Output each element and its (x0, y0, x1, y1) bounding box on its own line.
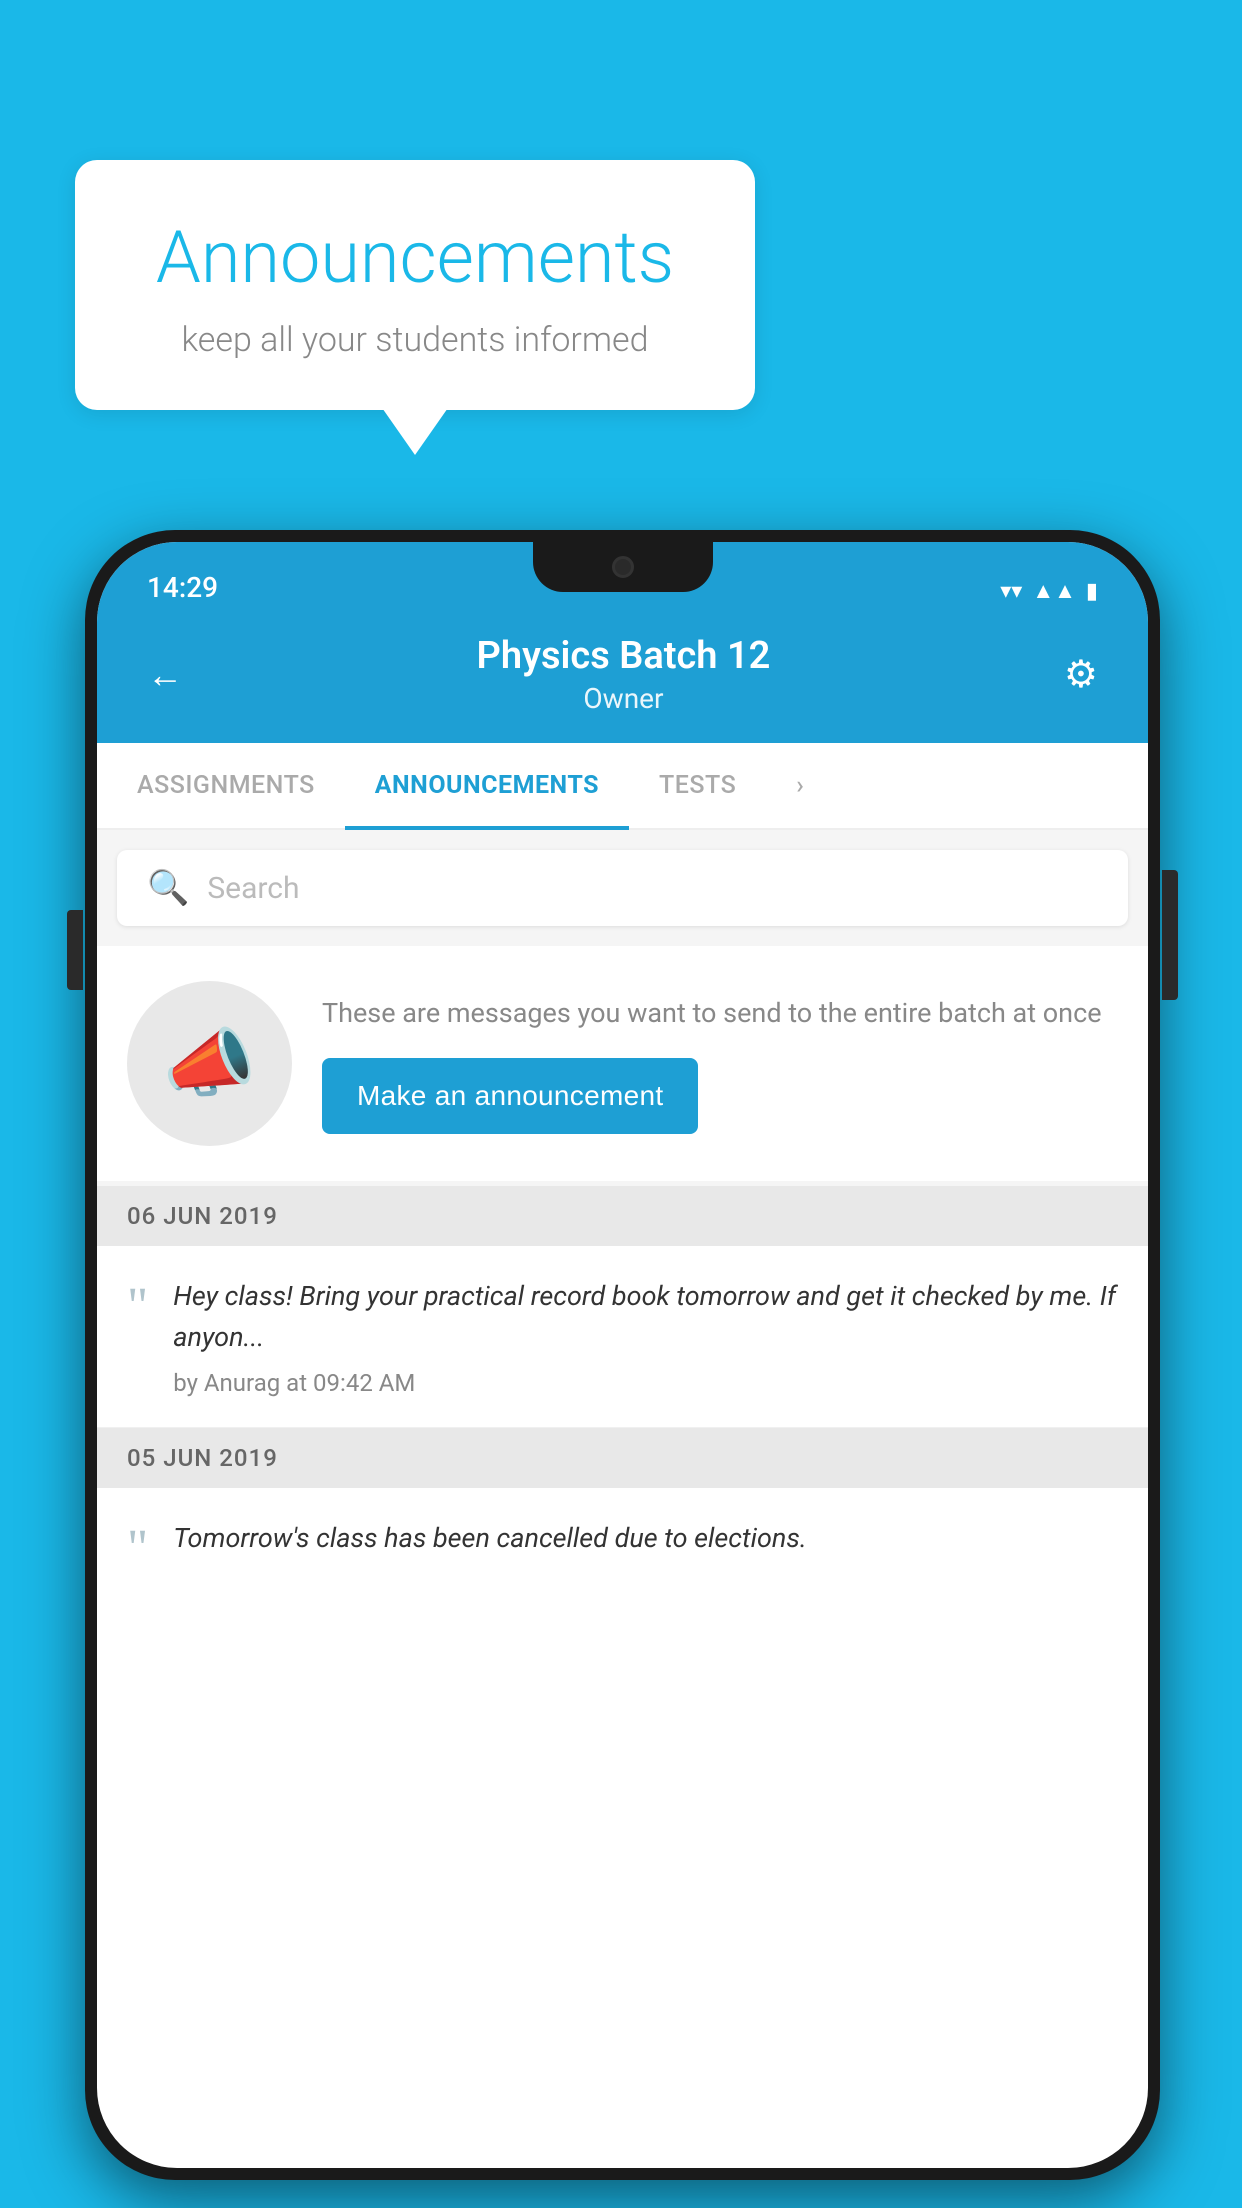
phone-notch (533, 542, 713, 592)
header-title-group: Physics Batch 12 Owner (183, 634, 1064, 715)
bubble-subtitle: keep all your students informed (135, 320, 695, 360)
settings-gear-icon[interactable]: ⚙ (1064, 652, 1098, 697)
quote-icon-1: " (127, 1281, 148, 1397)
announcement-content-1: Hey class! Bring your practical record b… (173, 1276, 1118, 1397)
bubble-title: Announcements (135, 215, 695, 300)
phone-inner: 14:29 ▾▾ ▲▲ ▮ ← Physics Batch 12 Owner ⚙… (97, 542, 1148, 2168)
content-area: 🔍 Search 📣 These are messages you want t… (97, 830, 1148, 1605)
announcement-content-2: Tomorrow's class has been cancelled due … (173, 1518, 1118, 1575)
wifi-icon: ▾▾ (1000, 579, 1022, 604)
back-button[interactable]: ← (147, 654, 183, 696)
speech-bubble-container: Announcements keep all your students inf… (75, 160, 755, 410)
announcement-item-2[interactable]: " Tomorrow's class has been cancelled du… (97, 1488, 1148, 1605)
status-time: 14:29 (147, 571, 218, 604)
battery-icon: ▮ (1086, 579, 1098, 604)
date-separator-june5: 05 JUN 2019 (97, 1428, 1148, 1488)
tab-tests[interactable]: TESTS (629, 743, 766, 828)
speech-bubble: Announcements keep all your students inf… (75, 160, 755, 410)
announcement-text-2: Tomorrow's class has been cancelled due … (173, 1518, 1118, 1559)
promo-content: These are messages you want to send to t… (322, 993, 1118, 1135)
promo-icon-circle: 📣 (127, 981, 292, 1146)
tab-more[interactable]: › (766, 743, 834, 828)
header-title: Physics Batch 12 (183, 634, 1064, 678)
signal-icon: ▲▲ (1032, 578, 1076, 604)
header-subtitle: Owner (183, 682, 1064, 715)
phone-outer: 14:29 ▾▾ ▲▲ ▮ ← Physics Batch 12 Owner ⚙… (85, 530, 1160, 2180)
phone-mockup: 14:29 ▾▾ ▲▲ ▮ ← Physics Batch 12 Owner ⚙… (85, 530, 1160, 2180)
search-bar[interactable]: 🔍 Search (117, 850, 1128, 926)
announcement-meta-1: by Anurag at 09:42 AM (173, 1369, 1118, 1397)
date-separator-june6: 06 JUN 2019 (97, 1186, 1148, 1246)
app-header: ← Physics Batch 12 Owner ⚙ (97, 614, 1148, 743)
promo-description: These are messages you want to send to t… (322, 993, 1118, 1034)
announcement-item-1[interactable]: " Hey class! Bring your practical record… (97, 1246, 1148, 1428)
promo-card: 📣 These are messages you want to send to… (97, 946, 1148, 1181)
search-icon: 🔍 (147, 868, 189, 908)
camera-notch (612, 556, 634, 578)
search-placeholder: Search (207, 871, 299, 906)
tabs-bar: ASSIGNMENTS ANNOUNCEMENTS TESTS › (97, 743, 1148, 830)
announcement-icon: 📣 (163, 1020, 256, 1108)
announcement-text-1: Hey class! Bring your practical record b… (173, 1276, 1118, 1357)
tab-assignments[interactable]: ASSIGNMENTS (107, 743, 345, 828)
tab-announcements[interactable]: ANNOUNCEMENTS (345, 743, 629, 828)
quote-icon-2: " (127, 1523, 148, 1575)
make-announcement-button[interactable]: Make an announcement (322, 1058, 698, 1134)
status-icons: ▾▾ ▲▲ ▮ (1000, 578, 1098, 604)
